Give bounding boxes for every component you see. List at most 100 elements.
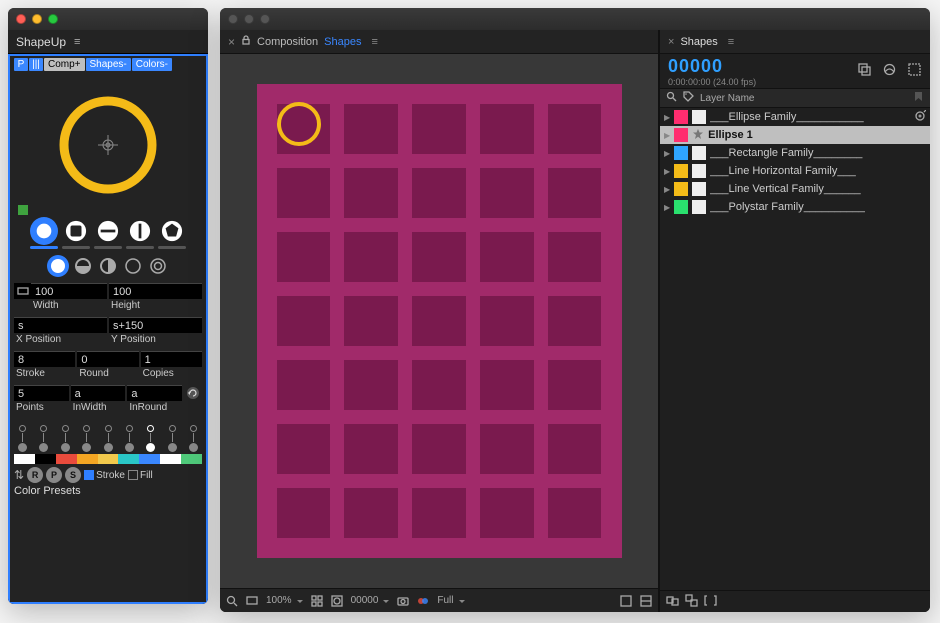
layer-color[interactable] [674,128,688,142]
points-value[interactable]: 5 [14,385,69,401]
close-tab-icon[interactable]: × [228,35,235,49]
shape-vline[interactable] [126,217,154,245]
layer-color[interactable] [674,182,688,196]
stroke-check[interactable]: Stroke [84,470,125,481]
layers-icon[interactable] [857,62,872,80]
link-width-icon[interactable] [14,283,31,299]
round-value[interactable]: 0 [77,351,138,367]
layer-toggle[interactable] [692,200,706,214]
screen-icon[interactable] [246,595,258,607]
disclosure-icon[interactable]: ▶ [664,167,670,176]
shape-polystar[interactable] [158,217,186,245]
max-dot[interactable] [48,14,58,24]
variant-1[interactable] [47,255,69,277]
grid-icon[interactable] [311,595,323,607]
fill-check[interactable]: Fill [128,470,153,481]
swatch[interactable] [98,454,119,464]
layer-name-header[interactable]: Layer Name [700,93,754,104]
search-icon[interactable] [666,91,677,105]
viewport[interactable] [220,54,658,588]
timeline-name[interactable]: Shapes [680,36,717,48]
timecode[interactable]: 00000 [668,56,756,77]
comp-menu-icon[interactable]: ≡ [371,36,377,48]
magnify-icon[interactable] [226,595,238,607]
traffic-lights[interactable] [16,14,58,24]
mask-icon[interactable] [331,595,343,607]
s-button[interactable]: S [65,467,81,483]
timecode-footer[interactable]: 00000 [351,595,390,606]
camera-icon[interactable] [397,595,409,607]
variant-3[interactable] [97,255,119,277]
stroke-value[interactable]: 8 [14,351,75,367]
shape-hline[interactable] [94,217,122,245]
close-dot[interactable] [16,14,26,24]
bookmark-icon[interactable] [913,91,924,105]
disclosure-icon[interactable]: ▶ [664,149,670,158]
traffic-lights-main[interactable] [228,14,270,24]
chip-comp[interactable]: Comp+ [44,58,85,71]
height-value[interactable]: 100 [109,283,202,299]
close-tab-icon[interactable]: × [668,36,674,48]
layer-row[interactable]: ▶___Line Vertical Family______ [660,180,930,198]
switch2-icon[interactable] [685,594,698,610]
xpos-value[interactable]: s [14,317,107,333]
shy-icon[interactable] [882,62,897,80]
titlebar-main[interactable] [220,8,930,30]
layer-color[interactable] [674,146,688,160]
swatch[interactable] [35,454,56,464]
chip-shapes[interactable]: Shapes- [86,58,131,71]
layer-color[interactable] [674,200,688,214]
frame-icon[interactable] [907,62,922,80]
updown-icon[interactable]: ⇅ [14,468,24,482]
refresh-icon[interactable] [184,385,202,417]
min-dot[interactable] [32,14,42,24]
comp-name[interactable]: Shapes [324,36,361,48]
r-button[interactable]: R [27,467,43,483]
ypos-value[interactable]: s+150 [109,317,202,333]
view2-icon[interactable] [640,595,652,607]
width-field[interactable]: 100 Width [14,283,107,311]
color-swatches[interactable] [14,454,202,464]
swatch[interactable] [56,454,77,464]
layer-toggle[interactable] [692,182,706,196]
variant-4[interactable] [122,255,144,277]
chip-colors[interactable]: Colors- [132,58,172,71]
slider-2[interactable] [39,425,48,452]
layer-row[interactable]: ▶___Ellipse Family___________ [660,108,930,126]
slider-6[interactable] [125,425,134,452]
disclosure-icon[interactable]: ▶ [664,113,670,122]
copies-value[interactable]: 1 [141,351,202,367]
p-button[interactable]: P [46,467,62,483]
disclosure-icon[interactable]: ▶ [664,203,670,212]
disclosure-icon[interactable]: ▶ [664,131,670,140]
switch1-icon[interactable] [666,594,679,610]
shape-circle[interactable] [30,217,58,245]
layer-row[interactable]: ▶___Rectangle Family________ [660,144,930,162]
zoom-dropdown[interactable]: 100% [266,595,303,606]
width-value[interactable]: 100 [31,283,107,299]
swatch[interactable] [118,454,139,464]
adjust-icon[interactable] [417,595,429,607]
min-dot[interactable] [244,14,254,24]
layer-toggle[interactable] [692,110,706,124]
ellipse-shape[interactable] [277,102,321,146]
slider-3[interactable] [61,425,70,452]
shape-square[interactable] [62,217,90,245]
layer-color[interactable] [674,164,688,178]
slider-1[interactable] [18,425,27,452]
slider-5[interactable] [104,425,113,452]
swatch[interactable] [181,454,202,464]
swatch[interactable] [77,454,98,464]
view-icon[interactable] [620,595,632,607]
inwidth-value[interactable]: a [71,385,126,401]
layer-toggle[interactable] [692,164,706,178]
chip-p[interactable]: P [14,58,28,71]
variant-5[interactable] [147,255,169,277]
slider-4[interactable] [82,425,91,452]
slider-8[interactable] [168,425,177,452]
variant-2[interactable] [72,255,94,277]
tag-icon[interactable] [683,91,694,105]
layer-toggle[interactable] [692,146,706,160]
lock-icon[interactable] [241,35,251,48]
layer-row[interactable]: ▶___Line Horizontal Family___ [660,162,930,180]
